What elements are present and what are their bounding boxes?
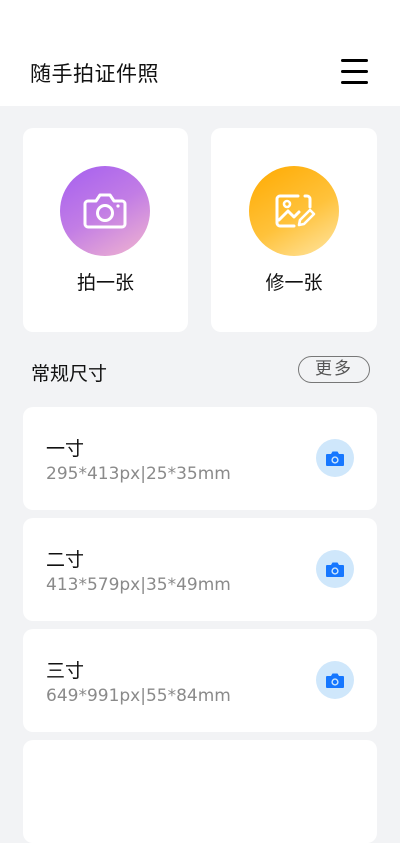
size-item-1inch[interactable]: 一寸 295*413px|25*35mm: [23, 407, 377, 510]
size-item-3inch[interactable]: 三寸 649*991px|55*84mm: [23, 629, 377, 732]
hamburger-menu-icon[interactable]: [340, 57, 370, 87]
camera-icon[interactable]: [316, 661, 354, 699]
section-title: 常规尺寸: [31, 363, 108, 385]
size-name: 二寸: [46, 549, 85, 571]
take-photo-label: 拍一张: [76, 272, 134, 294]
page-title: 随手拍证件照: [30, 62, 159, 86]
camera-icon[interactable]: [316, 439, 354, 477]
size-spec: 649*991px|55*84mm: [46, 686, 231, 706]
more-button[interactable]: 更多: [298, 356, 370, 383]
edit-photo-label: 修一张: [265, 272, 323, 294]
app-header: 随手拍证件照: [0, 0, 400, 106]
size-item-2inch[interactable]: 二寸 413*579px|35*49mm: [23, 518, 377, 621]
size-spec: 413*579px|35*49mm: [46, 575, 231, 595]
edit-photo-button[interactable]: 修一张: [211, 128, 377, 332]
image-edit-icon: [249, 166, 339, 256]
take-photo-button[interactable]: 拍一张: [23, 128, 188, 332]
size-name: 一寸: [46, 438, 85, 460]
size-name: 三寸: [46, 660, 85, 682]
size-item-partial[interactable]: [23, 740, 377, 843]
size-spec: 295*413px|25*35mm: [46, 464, 231, 484]
camera-icon: [60, 166, 150, 256]
camera-icon[interactable]: [316, 550, 354, 588]
